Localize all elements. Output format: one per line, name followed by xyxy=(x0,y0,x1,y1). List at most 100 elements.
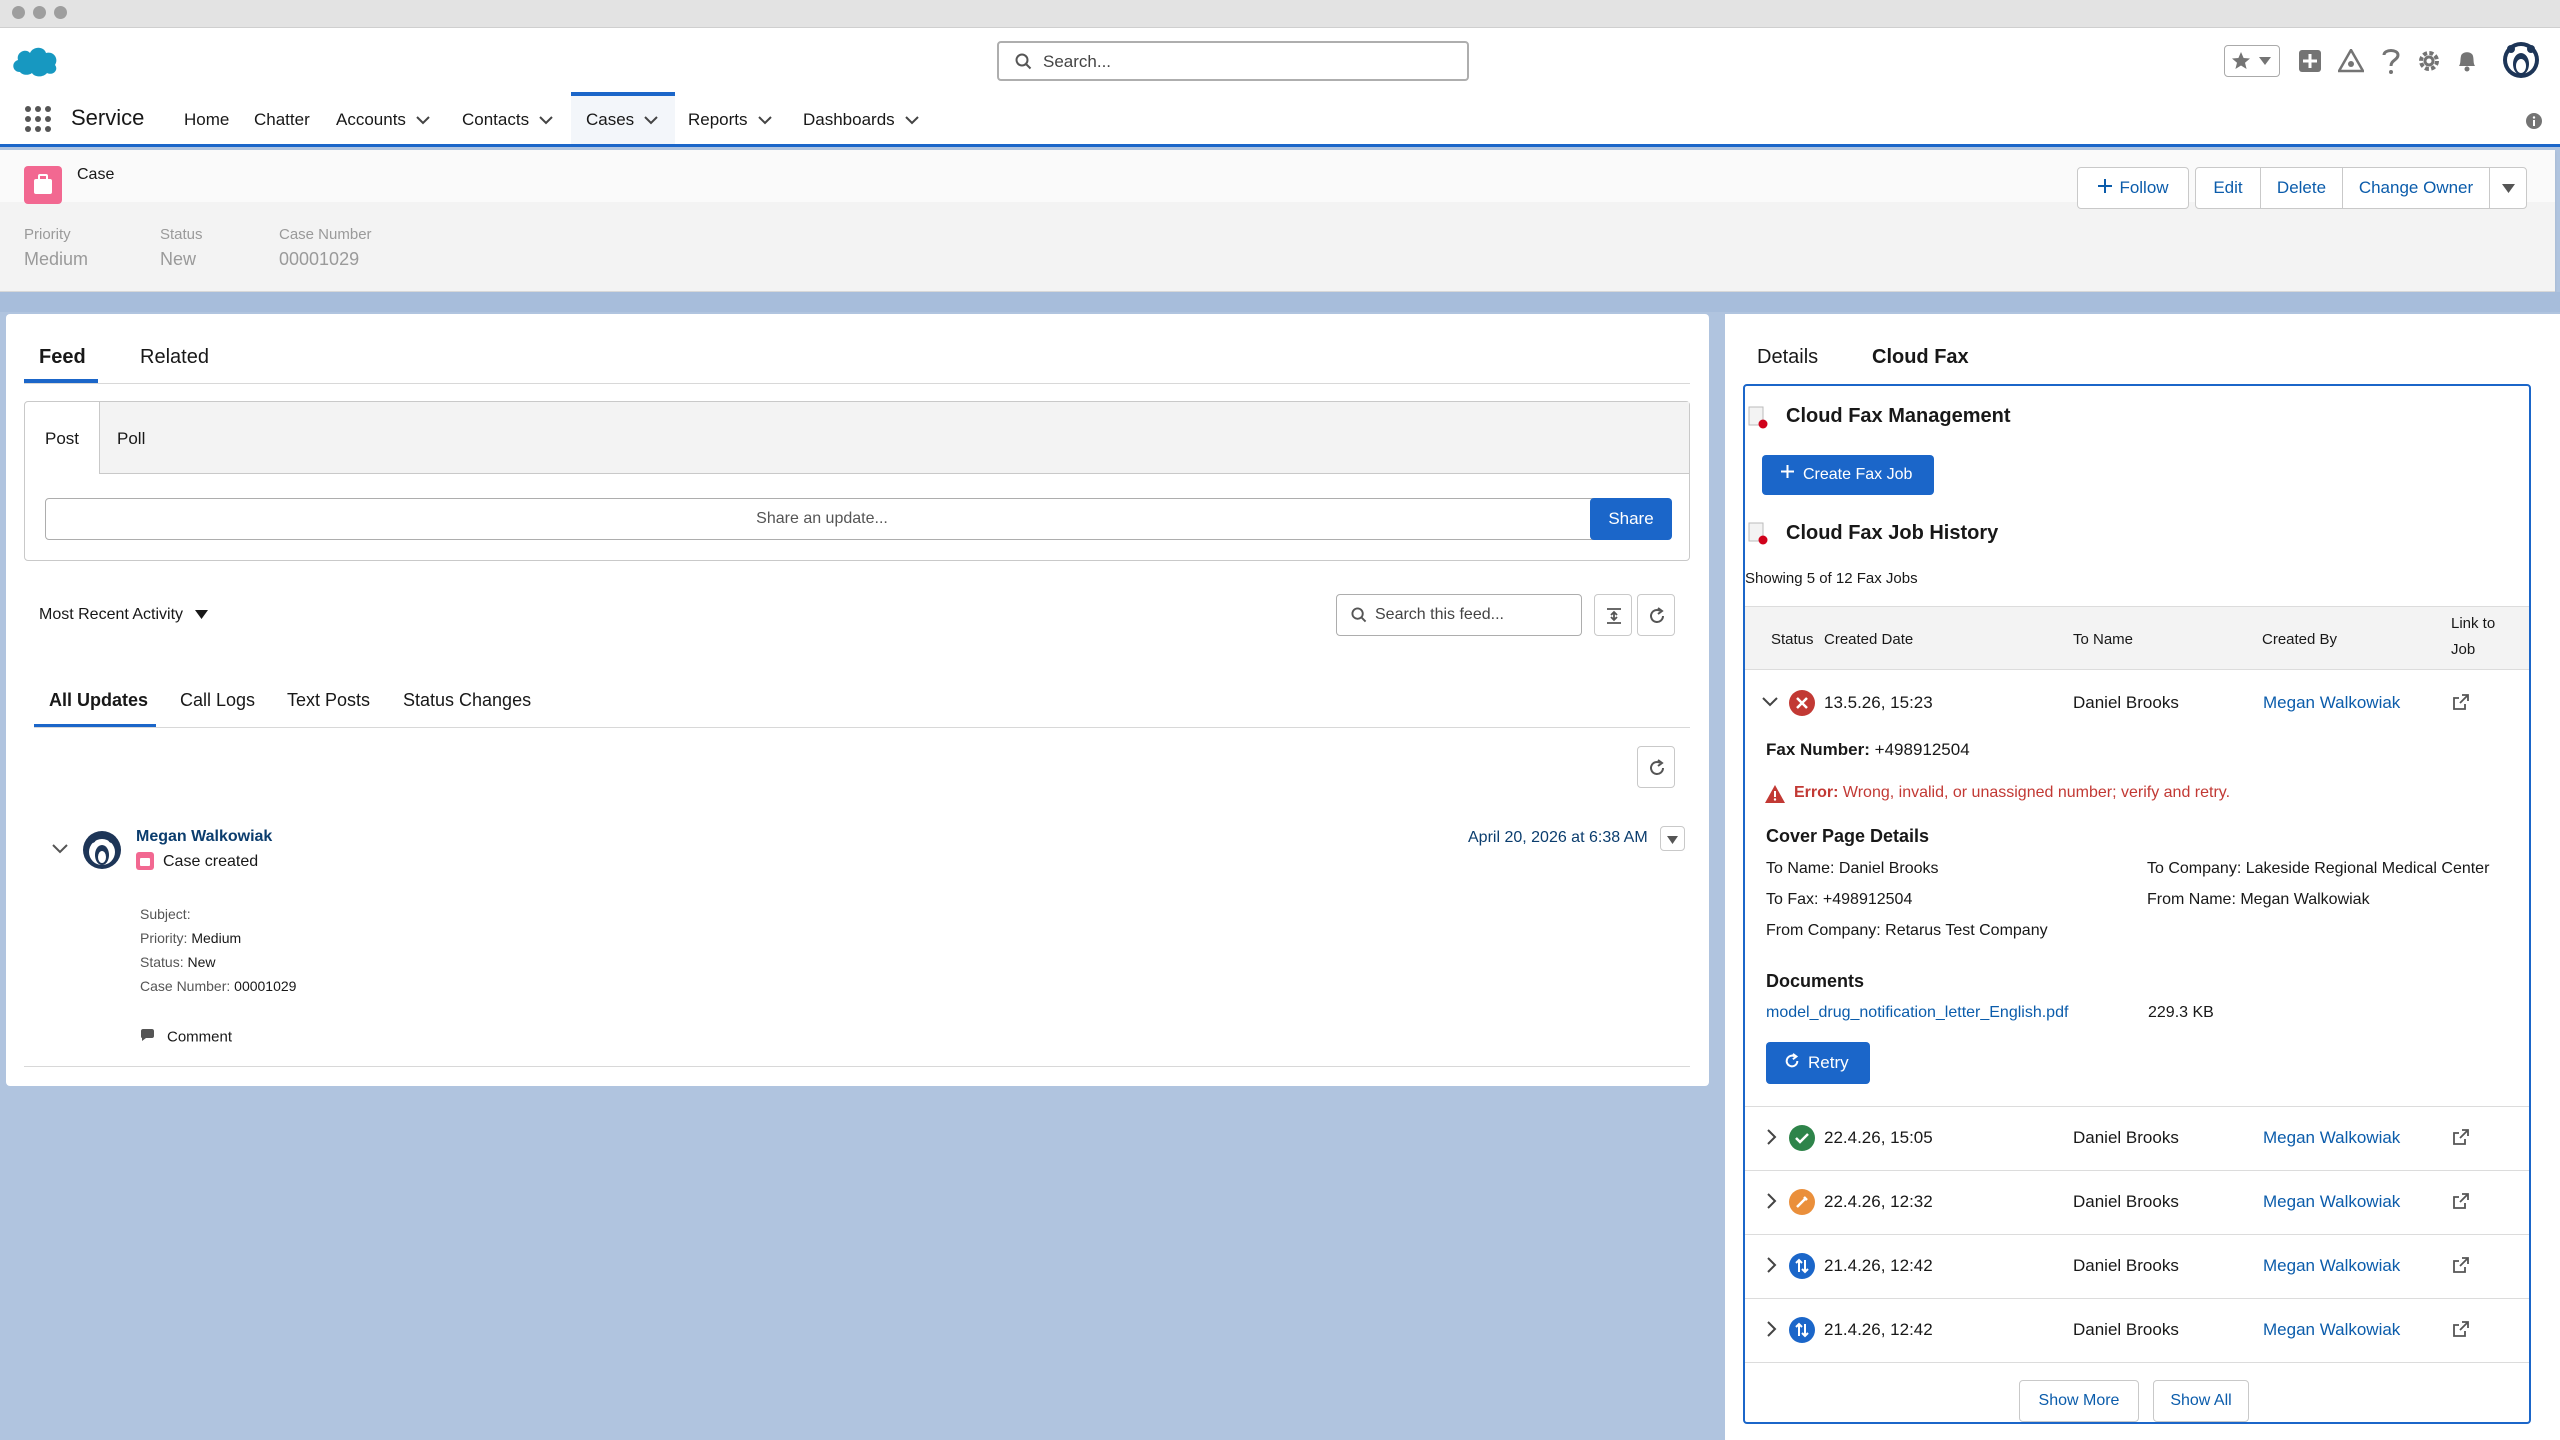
global-actions-icon[interactable] xyxy=(2298,49,2322,73)
search-feed-input[interactable]: Search this feed... xyxy=(1336,594,1582,636)
info-icon[interactable] xyxy=(2526,113,2542,129)
chevron-down-icon[interactable] xyxy=(539,92,553,148)
column-header-status[interactable]: Status xyxy=(1771,631,1814,648)
post-detail-row: Status: New xyxy=(140,950,296,974)
column-header-to-name[interactable]: To Name xyxy=(2073,631,2133,648)
table-row[interactable]: 21.4.26, 12:42 Daniel Brooks Megan Walko… xyxy=(1745,1235,2529,1298)
filter-tab-all-updates[interactable]: All Updates xyxy=(49,690,148,711)
nav-item-accounts[interactable]: Accounts xyxy=(336,92,430,144)
help-icon[interactable] xyxy=(2382,47,2400,75)
detail-value: New xyxy=(187,954,216,970)
publisher: Post Poll Share an update... Share xyxy=(24,401,1690,561)
publisher-tab-poll[interactable]: Poll xyxy=(117,429,145,449)
edit-button[interactable]: Edit xyxy=(2195,167,2261,209)
tab-related[interactable]: Related xyxy=(140,346,209,369)
share-button[interactable]: Share xyxy=(1590,498,1672,540)
tab-feed[interactable]: Feed xyxy=(39,346,86,369)
show-more-button[interactable]: Show More xyxy=(2019,1380,2139,1422)
refresh-updates-button[interactable] xyxy=(1637,746,1675,788)
sort-dropdown[interactable]: Most Recent Activity xyxy=(39,606,209,624)
delete-button[interactable]: Delete xyxy=(2260,167,2343,209)
external-link-icon[interactable] xyxy=(2452,694,2469,711)
gear-icon[interactable] xyxy=(2417,49,2441,73)
job-created-by-link[interactable]: Megan Walkowiak xyxy=(2263,1128,2400,1148)
chevron-down-icon[interactable] xyxy=(757,92,772,148)
refresh-feed-button[interactable] xyxy=(1637,594,1675,636)
global-search-input[interactable]: Search... xyxy=(997,41,1469,81)
follow-button[interactable]: Follow xyxy=(2077,167,2189,209)
job-created-by-link[interactable]: Megan Walkowiak xyxy=(2263,1256,2400,1276)
tab-label: Status Changes xyxy=(403,690,532,710)
job-to-name: Daniel Brooks xyxy=(2073,1256,2179,1275)
job-created-by-link[interactable]: Megan Walkowiak xyxy=(2263,1192,2400,1212)
expand-row-chevron-icon[interactable] xyxy=(1767,1129,1777,1145)
collapse-post-chevron-icon[interactable] xyxy=(52,844,68,854)
favorites-button[interactable] xyxy=(2224,45,2280,77)
record-highlights-panel: Case Follow Edit Delete Change Owner Pri… xyxy=(0,150,2555,292)
documents-title: Documents xyxy=(1766,971,1865,991)
job-created-by-link[interactable]: Megan Walkowiak xyxy=(2263,1320,2400,1340)
collapse-all-button[interactable] xyxy=(1594,594,1632,636)
user-avatar[interactable] xyxy=(2502,40,2540,80)
column-header-link-to-job[interactable]: Link to xyxy=(2451,615,2495,632)
nav-item-chatter[interactable]: Chatter xyxy=(254,92,310,144)
nav-item-label: Reports xyxy=(688,110,748,129)
change-owner-button[interactable]: Change Owner xyxy=(2342,167,2490,209)
nav-item-cases[interactable]: Cases xyxy=(571,92,675,144)
external-link-icon[interactable] xyxy=(2452,1129,2469,1146)
table-row[interactable]: 22.4.26, 12:32 Daniel Brooks Megan Walko… xyxy=(1745,1171,2529,1234)
minimize-window-dot[interactable] xyxy=(33,6,46,19)
detail-label: Subject: xyxy=(140,906,191,922)
collapse-row-chevron-icon[interactable] xyxy=(1762,697,1778,707)
post-author-link[interactable]: Megan Walkowiak xyxy=(136,828,272,846)
retry-button[interactable]: Retry xyxy=(1766,1042,1870,1084)
chevron-down-icon[interactable] xyxy=(904,92,919,148)
document-link[interactable]: model_drug_notification_letter_English.p… xyxy=(1766,1004,2068,1022)
share-update-input[interactable]: Share an update... xyxy=(45,498,1599,540)
app-launcher-icon[interactable] xyxy=(24,105,52,133)
nav-item-home[interactable]: Home xyxy=(184,92,229,144)
success-status-icon xyxy=(1789,1125,1815,1151)
trailhead-icon[interactable] xyxy=(2338,49,2364,73)
external-link-icon[interactable] xyxy=(2452,1257,2469,1274)
column-header-link-to-job[interactable]: Job xyxy=(2451,641,2475,658)
nav-item-contacts[interactable]: Contacts xyxy=(462,92,553,144)
post-menu-button[interactable] xyxy=(1660,826,1685,851)
bell-icon[interactable] xyxy=(2456,48,2478,72)
filter-tab-status-changes[interactable]: Status Changes xyxy=(403,690,531,711)
close-window-dot[interactable] xyxy=(12,6,25,19)
comment-button[interactable]: Comment xyxy=(140,1028,232,1047)
plus-icon xyxy=(2097,169,2113,209)
zoom-window-dot[interactable] xyxy=(54,6,67,19)
filter-tab-text-posts[interactable]: Text Posts xyxy=(287,690,370,711)
external-link-icon[interactable] xyxy=(2452,1321,2469,1338)
expand-row-chevron-icon[interactable] xyxy=(1767,1321,1777,1337)
tab-cloud-fax[interactable]: Cloud Fax xyxy=(1872,346,1969,369)
nav-item-reports[interactable]: Reports xyxy=(688,92,772,144)
show-all-button[interactable]: Show All xyxy=(2153,1380,2249,1422)
tab-label: Text Posts xyxy=(287,690,371,710)
publisher-tab-post[interactable]: Post xyxy=(45,429,79,449)
nav-item-label: Accounts xyxy=(336,110,406,129)
expand-row-chevron-icon[interactable] xyxy=(1767,1193,1777,1209)
author-avatar[interactable] xyxy=(82,830,122,870)
cover-from-company: From Company: Retarus Test Company xyxy=(1766,922,2048,939)
table-row[interactable]: 22.4.26, 15:05 Daniel Brooks Megan Walko… xyxy=(1745,1107,2529,1170)
chevron-down-icon[interactable] xyxy=(416,92,430,148)
more-actions-button[interactable] xyxy=(2489,167,2527,209)
nav-item-label: Chatter xyxy=(254,110,310,129)
post-timestamp-link[interactable]: April 20, 2026 at 6:38 AM xyxy=(1468,829,1648,847)
job-created-by-link[interactable]: Megan Walkowiak xyxy=(2263,693,2400,713)
column-header-created-date[interactable]: Created Date xyxy=(1824,631,1913,648)
external-link-icon[interactable] xyxy=(2452,1193,2469,1210)
error-status-icon xyxy=(1789,690,1815,716)
chevron-down-icon[interactable] xyxy=(644,96,658,144)
column-header-created-by[interactable]: Created By xyxy=(2262,631,2337,648)
nav-item-dashboards[interactable]: Dashboards xyxy=(803,92,919,144)
salesforce-cloud-logo[interactable] xyxy=(10,42,60,78)
create-fax-job-button[interactable]: Create Fax Job xyxy=(1762,455,1934,495)
filter-tab-call-logs[interactable]: Call Logs xyxy=(180,690,255,711)
tab-details[interactable]: Details xyxy=(1757,346,1818,369)
table-row[interactable]: 21.4.26, 12:42 Daniel Brooks Megan Walko… xyxy=(1745,1299,2529,1362)
expand-row-chevron-icon[interactable] xyxy=(1767,1257,1777,1273)
